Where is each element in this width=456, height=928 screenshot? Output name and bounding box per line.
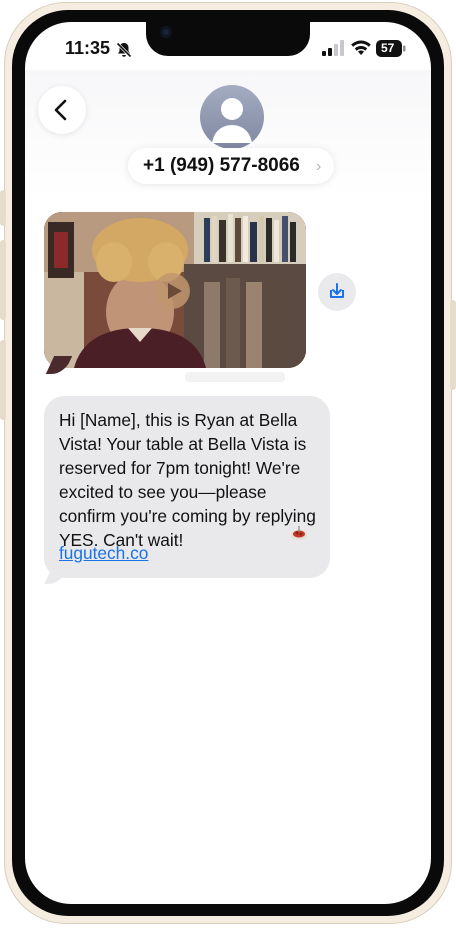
front-camera (160, 26, 172, 38)
contact-number: +1 (949) 577-8066 (143, 155, 300, 176)
chevron-left-icon (54, 99, 67, 121)
person-avatar-icon (212, 98, 252, 143)
notch (146, 22, 310, 56)
silent-bell-icon (116, 42, 132, 58)
status-time: 11:35 (65, 38, 111, 58)
back-button[interactable] (38, 86, 86, 134)
play-icon (168, 283, 182, 299)
side-button-right (450, 300, 456, 390)
message-link[interactable]: fugutech.co (59, 543, 148, 564)
battery-level: 57 (381, 41, 395, 55)
side-button-left-1 (0, 190, 6, 226)
video-caption-placeholder (185, 372, 285, 382)
cellular-signal-icon (322, 40, 344, 56)
contact-avatar[interactable] (200, 85, 264, 149)
download-icon (330, 283, 344, 298)
message-text: Hi [Name], this is Ryan at Bella Vista! … (59, 410, 316, 550)
spaghetti-icon (291, 526, 307, 540)
wifi-icon (351, 40, 371, 55)
side-button-left-2 (0, 240, 6, 320)
save-video-button[interactable] (318, 273, 356, 311)
side-button-left-3 (0, 340, 6, 420)
chevron-right-icon: › (316, 158, 322, 175)
